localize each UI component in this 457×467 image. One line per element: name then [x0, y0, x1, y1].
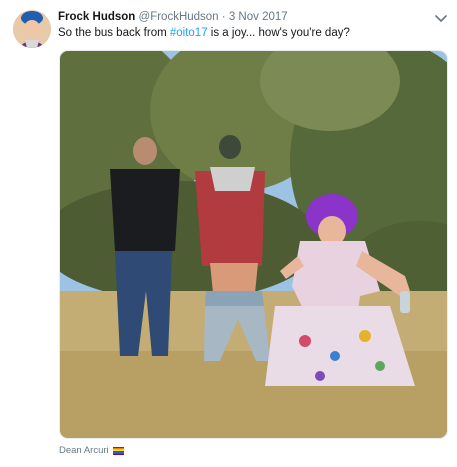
user-handle[interactable]: @FrockHudson [139, 11, 219, 23]
credit-name[interactable]: Dean Arcuri [59, 445, 109, 456]
tweet: Frock Hudson @FrockHudson · 3 Nov 2017 S… [0, 0, 457, 467]
avatar[interactable] [13, 10, 51, 48]
display-name[interactable]: Frock Hudson [58, 11, 135, 23]
hashtag-link[interactable]: #oito17 [170, 27, 208, 39]
chevron-down-icon[interactable] [434, 12, 448, 24]
tweet-text-end: is a joy... how's you're day? [207, 27, 350, 39]
tweet-text: So the bus back from #oito17 is a joy...… [58, 27, 350, 39]
tweet-photo[interactable] [59, 50, 448, 439]
tweet-header: Frock Hudson @FrockHudson · 3 Nov 2017 [58, 11, 288, 23]
tweet-date[interactable]: 3 Nov 2017 [229, 11, 288, 23]
rainbow-flag-icon [112, 446, 124, 455]
separator: · [221, 11, 226, 23]
photo-credit[interactable]: Dean Arcuri [59, 445, 124, 456]
tweet-text-start: So the bus back from [58, 27, 170, 39]
